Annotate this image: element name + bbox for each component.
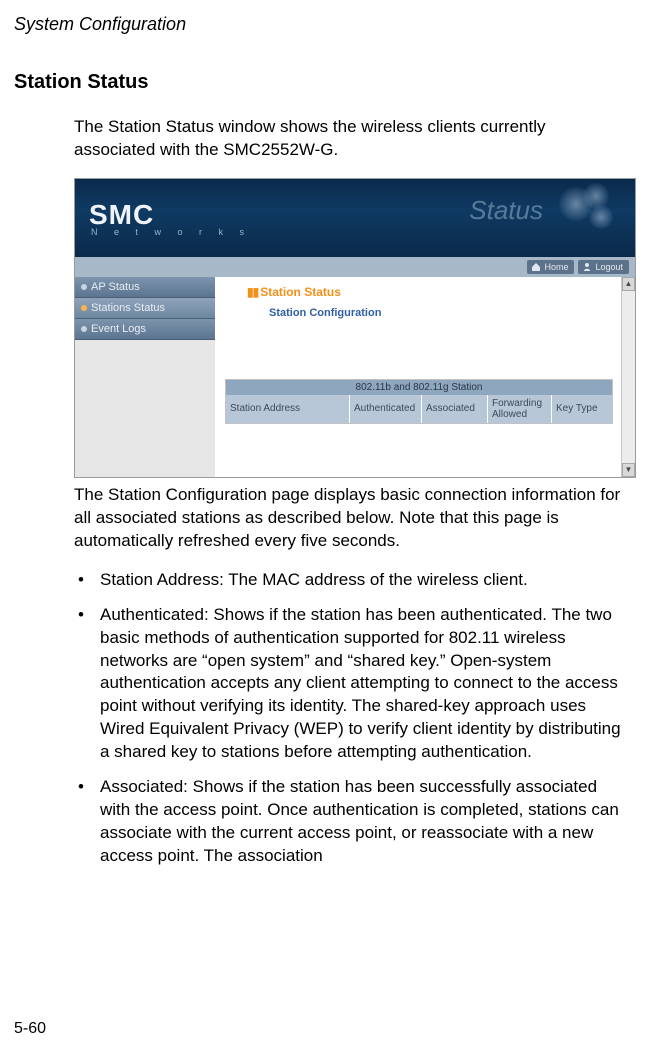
col-authenticated: Authenticated	[350, 395, 422, 423]
toolbar: Home Logout	[75, 257, 635, 277]
bullet-list: Station Address: The MAC address of the …	[74, 569, 628, 868]
running-header: System Configuration	[14, 14, 638, 35]
sidebar-item-label: AP Status	[91, 281, 140, 293]
logout-icon	[582, 262, 592, 272]
heading-ornament-icon: ▮▮	[247, 285, 258, 299]
home-button[interactable]: Home	[527, 260, 574, 274]
brand-logo-sub: N e t w o r k s	[91, 227, 251, 237]
scrollbar[interactable]: ▲ ▼	[621, 277, 635, 477]
banner-decoration	[559, 183, 629, 233]
scroll-down-icon[interactable]: ▼	[622, 463, 635, 477]
list-item: Station Address: The MAC address of the …	[74, 569, 628, 592]
sidebar-item-ap-status[interactable]: AP Status	[75, 277, 215, 298]
list-item: Authenticated: Shows if the station has …	[74, 604, 628, 765]
sidebar: AP Status Stations Status Event Logs	[75, 277, 215, 477]
post-screenshot-paragraph: The Station Configuration page displays …	[74, 484, 628, 553]
sidebar-item-label: Event Logs	[91, 323, 146, 335]
table-header-row: Station Address Authenticated Associated…	[226, 395, 612, 423]
panel-heading: ▮▮Station Status	[247, 285, 631, 299]
sidebar-item-event-logs[interactable]: Event Logs	[75, 319, 215, 340]
logout-button[interactable]: Logout	[578, 260, 629, 274]
sidebar-item-stations-status[interactable]: Stations Status	[75, 298, 215, 319]
scroll-up-icon[interactable]: ▲	[622, 277, 635, 291]
banner-section-label: Status	[469, 195, 543, 226]
logout-button-label: Logout	[595, 262, 623, 272]
col-key-type: Key Type	[552, 395, 612, 423]
col-station-address: Station Address	[226, 395, 350, 423]
panel-heading-text: Station Status	[260, 285, 341, 299]
home-icon	[531, 262, 541, 272]
home-button-label: Home	[544, 262, 568, 272]
section-title: Station Status	[14, 71, 638, 94]
sidebar-item-label: Stations Status	[91, 302, 165, 314]
col-forwarding-allowed: Forwarding Allowed	[488, 395, 552, 423]
intro-paragraph: The Station Status window shows the wire…	[74, 116, 628, 162]
col-associated: Associated	[422, 395, 488, 423]
scroll-track[interactable]	[622, 291, 635, 463]
panel-subheading: Station Configuration	[269, 307, 631, 319]
table-caption: 802.11b and 802.11g Station	[226, 380, 612, 395]
app-banner: SMC N e t w o r k s Status	[75, 179, 635, 257]
page-number: 5-60	[14, 1020, 46, 1038]
main-panel: ▮▮Station Status Station Configuration 8…	[215, 277, 635, 477]
embedded-screenshot: SMC N e t w o r k s Status Home	[74, 178, 636, 478]
list-item: Associated: Shows if the station has bee…	[74, 776, 628, 868]
station-table: 802.11b and 802.11g Station Station Addr…	[225, 379, 613, 424]
